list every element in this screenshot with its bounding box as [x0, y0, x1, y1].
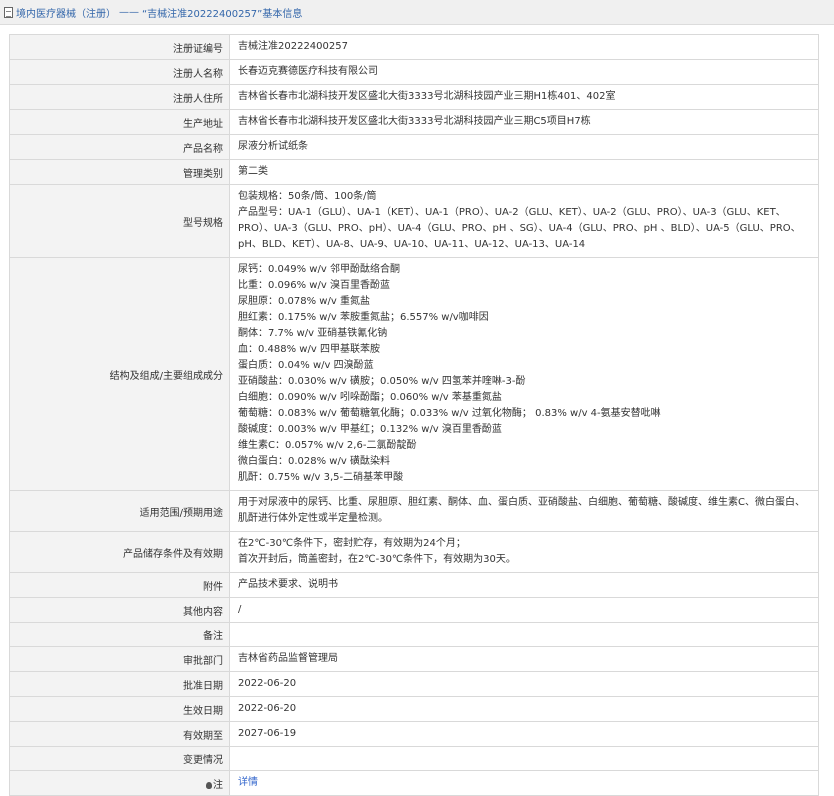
composition-line: 白细胞：0.090% w/v 吲哚酚酯；0.060% w/v 苯基重氮盐 [238, 392, 502, 403]
row-value-storage: 在2℃-30℃条件下，密封贮存，有效期为24个月； 首次开封后，筒盖密封，在2℃… [229, 531, 819, 573]
composition-line: 尿钙：0.049% w/v 邻甲酚酞络合酮 [238, 264, 400, 275]
row-label-approver: 审批部门 [9, 646, 230, 672]
row-value-category: 第二类 [229, 159, 819, 185]
table-row: 其他内容 / [9, 597, 819, 623]
table-row: 附件 产品技术要求、说明书 [9, 572, 819, 598]
table-row: 产品储存条件及有效期 在2℃-30℃条件下，密封贮存，有效期为24个月； 首次开… [9, 531, 819, 573]
row-value-approve-date: 2022-06-20 [229, 671, 819, 697]
row-value-changes [229, 746, 819, 771]
detail-table: 注册证编号 吉械注准20222400257 注册人名称 长春迈克赛德医疗科技有限… [9, 34, 819, 796]
table-row: 审批部门 吉林省药品监督管理局 [9, 646, 819, 672]
bulb-icon [206, 781, 212, 789]
composition-line: 亚硝酸盐：0.030% w/v 磺胺；0.050% w/v 四氢苯并喹啉-3-酚 [238, 376, 526, 387]
composition-line: 胆红素：0.175% w/v 苯胺重氮盐；6.557% w/v咖啡因 [238, 312, 489, 323]
composition-line: 维生素C：0.057% w/v 2,6-二氯酚靛酚 [238, 440, 417, 451]
row-value-remark [229, 622, 819, 647]
row-label-model: 型号规格 [9, 184, 230, 258]
row-value-registrant: 长春迈克赛德医疗科技有限公司 [229, 59, 819, 85]
row-label-changes: 变更情况 [9, 746, 230, 771]
row-label-category: 管理类别 [9, 159, 230, 185]
table-row: 注册证编号 吉械注准20222400257 [9, 34, 819, 60]
composition-line: 比重：0.096% w/v 溴百里香酚蓝 [238, 280, 390, 291]
row-value-approver: 吉林省药品监督管理局 [229, 646, 819, 672]
row-label-product: 产品名称 [9, 134, 230, 160]
table-row: 结构及组成/主要组成成分 尿钙：0.049% w/v 邻甲酚酞络合酮 比重：0.… [9, 257, 819, 491]
table-row: 适用范围/预期用途 用于对尿液中的尿钙、比重、尿胆原、胆红素、酮体、血、蛋白质、… [9, 490, 819, 532]
composition-line: 尿胆原：0.078% w/v 重氮盐 [238, 296, 370, 307]
row-label-reg-addr: 注册人住所 [9, 84, 230, 110]
storage-line: 首次开封后，筒盖密封，在2℃-30℃条件下，有效期为30天。 [238, 554, 516, 565]
composition-line: 微白蛋白：0.028% w/v 磺酞染料 [238, 456, 390, 467]
table-row: 注 详情 [9, 770, 819, 796]
table-row: 管理类别 第二类 [9, 159, 819, 185]
table-row: 注册人住所 吉林省长春市北湖科技开发区盛北大街3333号北湖科技园产业三期H1栋… [9, 84, 819, 110]
breadcrumb-bar: 境内医疗器械（注册） —— “吉械注准20222400257”基本信息 [0, 0, 834, 25]
row-label-effective-date: 生效日期 [9, 696, 230, 722]
storage-line: 在2℃-30℃条件下，密封贮存，有效期为24个月； [238, 538, 466, 549]
row-value-reg-no: 吉械注准20222400257 [229, 34, 819, 60]
page-title: “吉械注准20222400257”基本信息 [142, 8, 303, 20]
row-value-attachment: 产品技术要求、说明书 [229, 572, 819, 598]
composition-line: 蛋白质：0.04% w/v 四溴酚蓝 [238, 360, 374, 371]
row-label-prod-addr: 生产地址 [9, 109, 230, 135]
row-label-composition: 结构及组成/主要组成成分 [9, 257, 230, 491]
row-value-other: / [229, 597, 819, 623]
table-row: 变更情况 [9, 746, 819, 771]
composition-line: 血：0.488% w/v 四甲基联苯胺 [238, 344, 380, 355]
row-label-remark: 备注 [9, 622, 230, 647]
row-value-prod-addr: 吉林省长春市北湖科技开发区盛北大街3333号北湖科技园产业三期C5项目H7栋 [229, 109, 819, 135]
composition-line: 葡萄糖：0.083% w/v 葡萄糖氧化酶；0.033% w/v 过氧化物酶； … [238, 408, 661, 419]
table-row: 产品名称 尿液分析试纸条 [9, 134, 819, 160]
table-row: 备注 [9, 622, 819, 647]
composition-line: 酸碱度：0.003% w/v 甲基红；0.132% w/v 溴百里香酚蓝 [238, 424, 502, 435]
row-value-note: 详情 [229, 770, 819, 796]
table-row: 有效期至 2027-06-19 [9, 721, 819, 747]
row-label-registrant: 注册人名称 [9, 59, 230, 85]
row-value-scope: 用于对尿液中的尿钙、比重、尿胆原、胆红素、酮体、血、蛋白质、亚硝酸盐、白细胞、葡… [229, 490, 819, 532]
row-label-approve-date: 批准日期 [9, 671, 230, 697]
row-label-storage: 产品储存条件及有效期 [9, 531, 230, 573]
table-row: 型号规格 包装规格：50条/筒、100条/筒 产品型号：UA-1（GLU）、UA… [9, 184, 819, 258]
breadcrumb-section-link[interactable]: 境内医疗器械（注册） [16, 5, 116, 20]
table-row: 注册人名称 长春迈克赛德医疗科技有限公司 [9, 59, 819, 85]
row-value-reg-addr: 吉林省长春市北湖科技开发区盛北大街3333号北湖科技园产业三期H1栋401、40… [229, 84, 819, 110]
row-label-scope: 适用范围/预期用途 [9, 490, 230, 532]
table-row: 生效日期 2022-06-20 [9, 696, 819, 722]
composition-line: 酮体：7.7% w/v 亚硝基铁氰化钠 [238, 328, 388, 339]
composition-line: 肌酐：0.75% w/v 3,5-二硝基苯甲酸 [238, 472, 404, 483]
table-row: 批准日期 2022-06-20 [9, 671, 819, 697]
row-label-valid-until: 有效期至 [9, 721, 230, 747]
model-line: 产品型号：UA-1（GLU）、UA-1（KET）、UA-1（PRO）、UA-2（… [238, 207, 801, 250]
row-label-note: 注 [9, 770, 230, 796]
details-link[interactable]: 详情 [238, 777, 258, 788]
row-value-product: 尿液分析试纸条 [229, 134, 819, 160]
table-row: 生产地址 吉林省长春市北湖科技开发区盛北大街3333号北湖科技园产业三期C5项目… [9, 109, 819, 135]
breadcrumb-separator: —— [119, 6, 139, 18]
row-value-composition: 尿钙：0.049% w/v 邻甲酚酞络合酮 比重：0.096% w/v 溴百里香… [229, 257, 819, 491]
note-label-text: 注 [213, 779, 223, 791]
row-label-reg-no: 注册证编号 [9, 34, 230, 60]
row-value-model: 包装规格：50条/筒、100条/筒 产品型号：UA-1（GLU）、UA-1（KE… [229, 184, 819, 258]
row-label-attachment: 附件 [9, 572, 230, 598]
row-value-valid-until: 2027-06-19 [229, 721, 819, 747]
row-value-effective-date: 2022-06-20 [229, 696, 819, 722]
row-label-other: 其他内容 [9, 597, 230, 623]
model-line: 包装规格：50条/筒、100条/筒 [238, 191, 377, 202]
document-icon [4, 6, 13, 18]
